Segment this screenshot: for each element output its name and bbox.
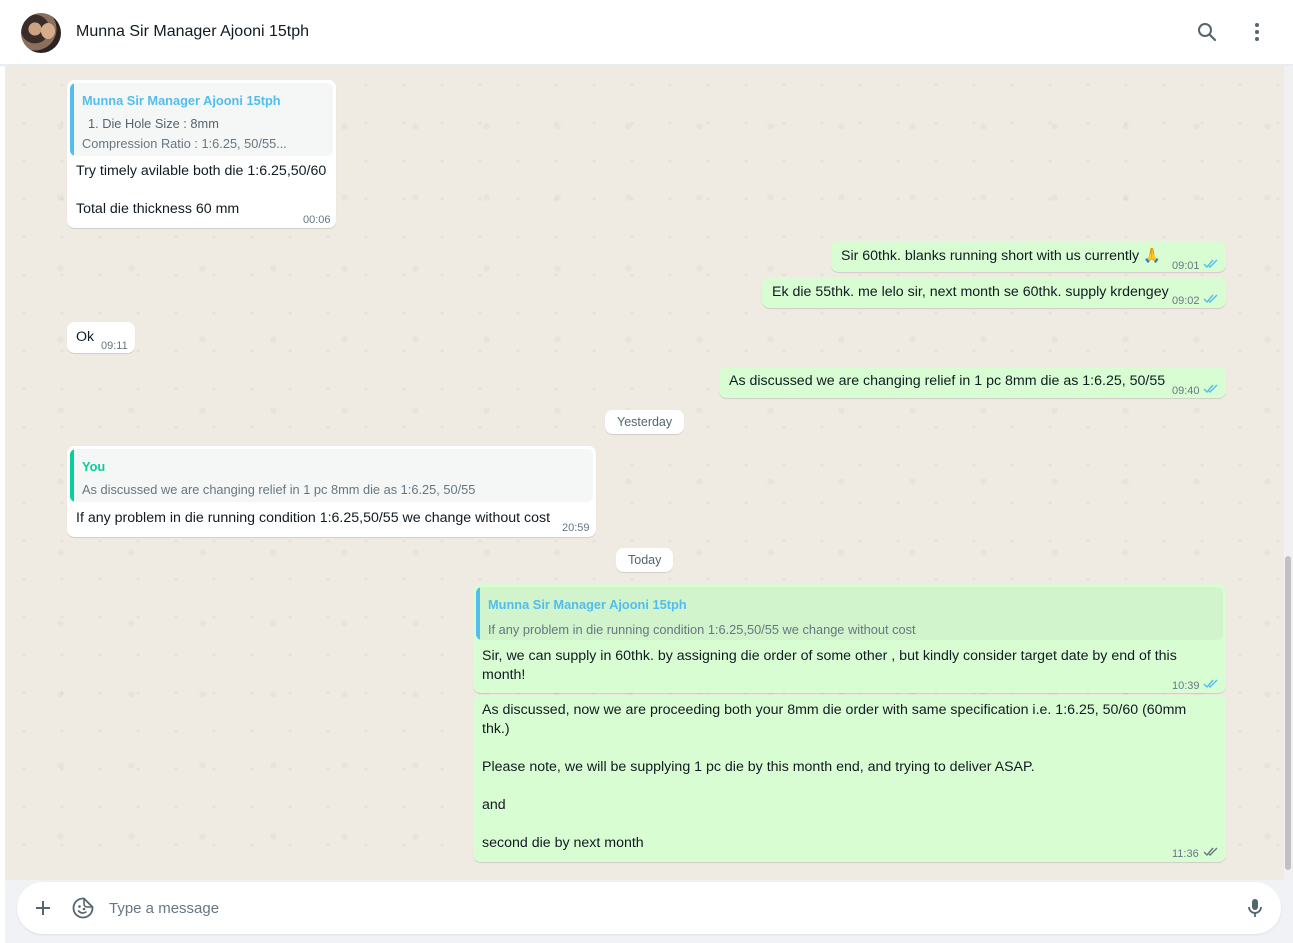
chat-scrollbar-thumb[interactable]: [1285, 556, 1291, 870]
quoted-sender-name: Munna Sir Manager Ajooni 15tph: [82, 93, 281, 108]
chat-header: Munna Sir Manager Ajooni 15tph: [0, 0, 1293, 65]
contact-avatar[interactable]: [21, 13, 61, 53]
message-time: 09:02: [1172, 295, 1200, 307]
message-incoming[interactable]: You As discussed we are changing relief …: [67, 446, 596, 537]
message-outgoing[interactable]: As discussed we are changing relief in 1…: [719, 367, 1226, 398]
quoted-message[interactable]: You As discussed we are changing relief …: [70, 449, 593, 502]
read-ticks-icon: [1203, 294, 1218, 304]
message-outgoing[interactable]: Sir 60thk. blanks running short with us …: [831, 241, 1226, 272]
quoted-text-line: As discussed we are changing relief in 1…: [82, 482, 476, 497]
date-separator-today: Today: [616, 548, 674, 572]
quoted-text-line: If any problem in die running condition …: [488, 622, 916, 637]
chat-title[interactable]: Munna Sir Manager Ajooni 15tph: [76, 23, 309, 41]
date-separator-yesterday: Yesterday: [605, 410, 685, 434]
message-outgoing[interactable]: Munna Sir Manager Ajooni 15tph If any pr…: [473, 584, 1226, 693]
message-time: 09:11: [101, 340, 128, 352]
sticker-icon[interactable]: [71, 896, 95, 920]
message-text: Try timely avilable both die 1:6.25,50/6…: [76, 163, 327, 217]
quoted-sender-name: You: [82, 459, 106, 474]
message-input[interactable]: [109, 895, 1229, 921]
message-incoming[interactable]: Munna Sir Manager Ajooni 15tph 1. Die Ho…: [67, 80, 336, 228]
read-ticks-icon: [1203, 679, 1218, 689]
message-text: Ek die 55thk. me lelo sir, next month se…: [772, 284, 1169, 300]
message-text: If any problem in die running condition …: [76, 510, 551, 526]
message-outgoing[interactable]: Ek die 55thk. me lelo sir, next month se…: [762, 277, 1226, 308]
message-time: 09:40: [1172, 385, 1200, 397]
quoted-sender-name: Munna Sir Manager Ajooni 15tph: [488, 597, 687, 612]
message-time: 10:39: [1172, 680, 1200, 692]
message-time: 11:36: [1172, 848, 1199, 860]
message-text: Ok: [76, 329, 95, 345]
message-time: 09:01: [1172, 260, 1200, 272]
message-text: Sir, we can supply in 60thk. by assignin…: [482, 648, 1177, 683]
message-time: 20:59: [562, 522, 590, 534]
message-text: As discussed we are changing relief in 1…: [729, 373, 1166, 389]
message-composer: [17, 882, 1281, 934]
more-options-icon[interactable]: [1245, 20, 1269, 44]
quoted-text-line: Compression Ratio : 1:6.25, 50/55...: [82, 136, 287, 151]
message-incoming[interactable]: Ok 09:11: [67, 322, 135, 353]
message-text: As discussed, now we are proceeding both…: [482, 702, 1187, 851]
quoted-message[interactable]: Munna Sir Manager Ajooni 15tph If any pr…: [476, 587, 1223, 640]
message-outgoing[interactable]: As discussed, now we are proceeding both…: [473, 695, 1226, 862]
read-ticks-icon: [1203, 259, 1218, 269]
microphone-icon[interactable]: [1243, 896, 1267, 920]
plus-icon[interactable]: [31, 896, 55, 920]
search-icon[interactable]: [1195, 20, 1219, 44]
message-text: Sir 60thk. blanks running short with us …: [841, 248, 1161, 264]
quoted-text-line: 1. Die Hole Size : 8mm: [88, 116, 219, 131]
message-time: 00:06: [303, 214, 331, 226]
read-ticks-icon: [1203, 384, 1218, 394]
quoted-message[interactable]: Munna Sir Manager Ajooni 15tph 1. Die Ho…: [70, 83, 333, 156]
delivered-ticks-icon: [1203, 847, 1218, 857]
